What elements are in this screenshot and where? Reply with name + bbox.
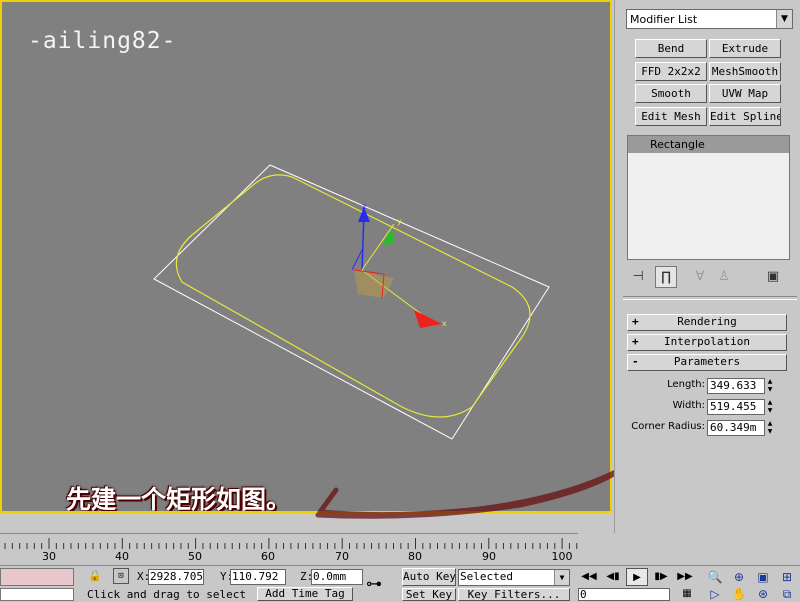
width-field[interactable]: 519.455 [707, 399, 765, 415]
corner-radius-field[interactable]: 60.349m [707, 420, 765, 436]
length-spinner[interactable]: ▲ ▼ [766, 378, 774, 394]
tick-label: 30 [42, 550, 56, 563]
modifier-uvwmap-button[interactable]: UVW Map [709, 84, 781, 103]
tick-label: 50 [188, 550, 202, 563]
modifier-editspline-button[interactable]: Edit Spline [709, 107, 781, 126]
key-filters-button[interactable]: Key Filters... [458, 588, 570, 601]
z-coord-field[interactable]: 0.0mm [311, 569, 363, 585]
status-bar: 🔒 ⊡ X: 2928.705 Y: 110.792 Z: 0.0mm Clic… [0, 565, 800, 601]
length-field[interactable]: 349.633 [707, 378, 765, 394]
corner-radius-spinner[interactable]: ▲ ▼ [766, 420, 774, 436]
zoom-extents-all-icon[interactable]: ⊞ [776, 569, 798, 585]
parameters-group: Length: 349.633 ▲ ▼ Width: 519.455 ▲ ▼ Cor… [615, 376, 800, 440]
x-coord-field[interactable]: 2928.705 [148, 569, 204, 585]
modifier-meshsmooth-button[interactable]: MeshSmooth [709, 62, 781, 81]
stack-toolbar: ⊣ ∏ ∀ ♙ ▣ [627, 266, 792, 288]
modifier-list-label: Modifier List [630, 13, 698, 26]
set-key-button[interactable]: Set Key [402, 588, 456, 601]
modifier-stack[interactable]: Rectangle [627, 135, 790, 260]
make-unique-icon[interactable]: ∀ [689, 266, 711, 288]
command-panel: Modifier List ▼ Bend Extrude FFD 2x2x2 M… [614, 0, 800, 533]
tick-label: 70 [335, 550, 349, 563]
maxscript-mini-listener[interactable] [0, 588, 74, 601]
tick-label: 100 [551, 550, 573, 563]
rollout-parameters[interactable]: - Parameters [627, 354, 787, 371]
auto-key-button[interactable]: Auto Key [402, 568, 456, 586]
chevron-down-icon[interactable]: ▼ [776, 10, 792, 28]
prompt-line: Click and drag to select [86, 588, 252, 601]
track-bar[interactable]: 30 40 50 60 70 80 90 100 [0, 533, 578, 566]
tick-label: 80 [408, 550, 422, 563]
tick-label: 40 [115, 550, 129, 563]
chevron-down-icon[interactable]: ▼ [554, 570, 569, 585]
length-label: Length: [667, 379, 705, 390]
modifier-list-dropdown[interactable]: Modifier List ▼ [626, 9, 793, 29]
key-mode-value: Selected [460, 570, 513, 583]
rollout-interpolation[interactable]: + Interpolation [627, 334, 787, 351]
rollout-label: Parameters [673, 355, 741, 368]
tick-label: 60 [261, 550, 275, 563]
next-frame-icon[interactable]: ▮▶ [650, 568, 672, 586]
current-frame-field[interactable]: 0 [578, 588, 670, 601]
y-coord-field[interactable]: 110.792 [230, 569, 286, 585]
lock-icon[interactable]: 🔒 [88, 569, 102, 582]
key-mode-select[interactable]: Selected ▼ [458, 569, 570, 586]
remove-modifier-icon[interactable]: ♙ [713, 266, 735, 288]
zoom-extents-icon[interactable]: ▣ [752, 569, 774, 585]
time-configuration-icon[interactable]: ▦ [676, 587, 698, 601]
tick-label: 90 [482, 550, 496, 563]
rollout-label: Rendering [677, 315, 737, 328]
modifier-editmesh-button[interactable]: Edit Mesh [635, 107, 707, 126]
modifier-bend-button[interactable]: Bend [635, 39, 707, 58]
corner-radius-label: Corner Radius: [631, 421, 705, 432]
play-icon[interactable]: ▶ [626, 568, 648, 586]
configure-modifier-sets-icon[interactable]: ▣ [762, 266, 784, 288]
show-end-result-icon[interactable]: ∏ [655, 266, 677, 288]
width-spinner[interactable]: ▲ ▼ [766, 399, 774, 415]
previous-frame-icon[interactable]: ◀▮ [602, 568, 624, 586]
maxscript-listener[interactable] [0, 568, 74, 586]
modifier-smooth-button[interactable]: Smooth [635, 84, 707, 103]
modifier-ffd-button[interactable]: FFD 2x2x2 [635, 62, 707, 81]
rollout-rendering[interactable]: + Rendering [627, 314, 787, 331]
timeline-ticks [4, 538, 578, 549]
panel-divider [623, 296, 797, 300]
pin-stack-icon[interactable]: ⊣ [627, 266, 649, 288]
rollout-label: Interpolation [663, 335, 751, 348]
go-to-end-icon[interactable]: ▶▶ [674, 568, 696, 586]
stack-item-rectangle[interactable]: Rectangle [628, 136, 789, 153]
add-time-tag-button[interactable]: Add Time Tag [257, 587, 353, 601]
absolute-mode-icon[interactable]: ⊡ [113, 568, 129, 584]
go-to-start-icon[interactable]: ◀◀ [578, 568, 600, 586]
width-label: Width: [672, 400, 705, 411]
zoom-all-icon[interactable]: ⊕ [728, 569, 750, 585]
zoom-icon[interactable]: 🔍 [704, 569, 726, 585]
modifier-extrude-button[interactable]: Extrude [709, 39, 781, 58]
key-icon[interactable]: ⊶ [366, 574, 382, 593]
